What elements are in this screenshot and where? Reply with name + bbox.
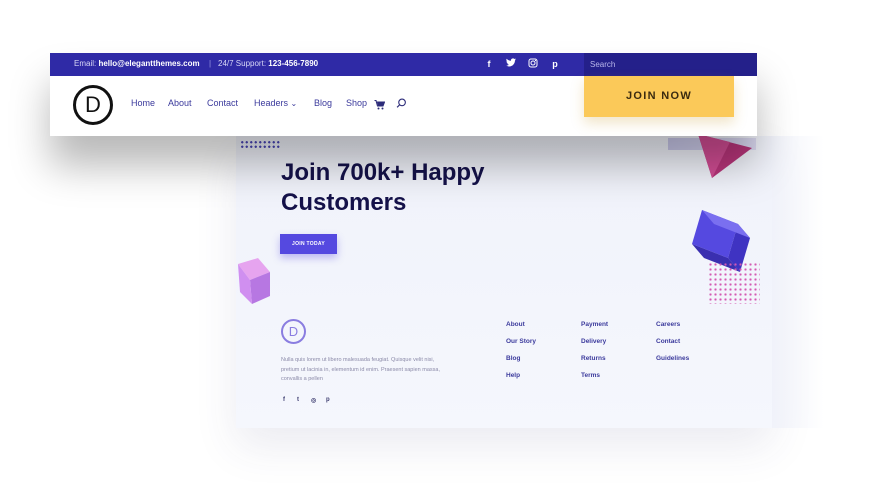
email-label: Email: (74, 59, 97, 68)
chevron-down-icon: ⌄ (290, 99, 298, 108)
twitter-icon[interactable] (505, 58, 517, 70)
site-header: Email: hello@elegantthemes.com | 24/7 Su… (50, 53, 757, 136)
nav-item-headers-label: Headers (254, 98, 289, 108)
search-icon[interactable] (396, 96, 407, 114)
footer-link-terms[interactable]: Terms (581, 372, 600, 379)
support-label: 24/7 Support: (218, 59, 267, 68)
footer-facebook-icon[interactable]: f (283, 397, 285, 403)
support-info: 24/7 Support: 123-456-7890 (218, 59, 318, 68)
nav-item-about[interactable]: About (168, 98, 192, 108)
top-bar: Email: hello@elegantthemes.com | 24/7 Su… (50, 53, 757, 76)
topbar-separator: | (209, 59, 212, 68)
decorative-dots-right (708, 262, 760, 304)
pink-cube-shape (238, 258, 270, 304)
nav-item-contact[interactable]: Contact (207, 98, 238, 108)
pinterest-icon[interactable]: p (549, 58, 561, 70)
footer-link-returns[interactable]: Returns (581, 355, 606, 362)
nav-item-blog[interactable]: Blog (314, 98, 332, 108)
join-today-button[interactable]: JOIN TODAY (280, 234, 337, 254)
footer-twitter-icon[interactable]: t (297, 397, 299, 403)
email-info: Email: hello@elegantthemes.com (74, 59, 200, 68)
footer-link-about[interactable]: About (506, 321, 525, 328)
footer-link-help[interactable]: Help (506, 372, 520, 379)
footer-link-payment[interactable]: Payment (581, 321, 608, 328)
site-logo[interactable]: D (73, 85, 113, 125)
footer-logo[interactable]: D (281, 319, 306, 344)
search-input[interactable] (584, 53, 757, 76)
cart-icon[interactable] (374, 97, 386, 115)
footer-instagram-icon[interactable]: ◎ (311, 397, 316, 404)
footer-link-contact[interactable]: Contact (656, 338, 680, 345)
facebook-icon[interactable]: f (483, 58, 495, 70)
support-phone[interactable]: 123-456-7890 (268, 59, 318, 68)
footer-text: Nulla quis lorem ut libero malesuada feu… (281, 357, 440, 382)
footer-link-guidelines[interactable]: Guidelines (656, 355, 689, 362)
join-now-button[interactable]: JOIN NOW (584, 76, 734, 117)
email-link[interactable]: hello@elegantthemes.com (98, 59, 199, 68)
decorative-dots (240, 140, 280, 148)
nav-item-headers[interactable]: Headers ⌄ (254, 98, 297, 108)
card-fade (772, 136, 824, 428)
footer-pinterest-icon[interactable]: p (326, 397, 330, 403)
footer-link-blog[interactable]: Blog (506, 355, 520, 362)
footer-link-our-story[interactable]: Our Story (506, 338, 536, 345)
footer-link-delivery[interactable]: Delivery (581, 338, 606, 345)
nav-item-shop[interactable]: Shop (346, 98, 367, 108)
search-box (584, 53, 757, 76)
instagram-icon[interactable] (527, 58, 539, 70)
nav-item-home[interactable]: Home (131, 98, 155, 108)
footer-link-careers[interactable]: Careers (656, 321, 680, 328)
hero-title: Join 700k+ Happy Customers (281, 159, 485, 216)
